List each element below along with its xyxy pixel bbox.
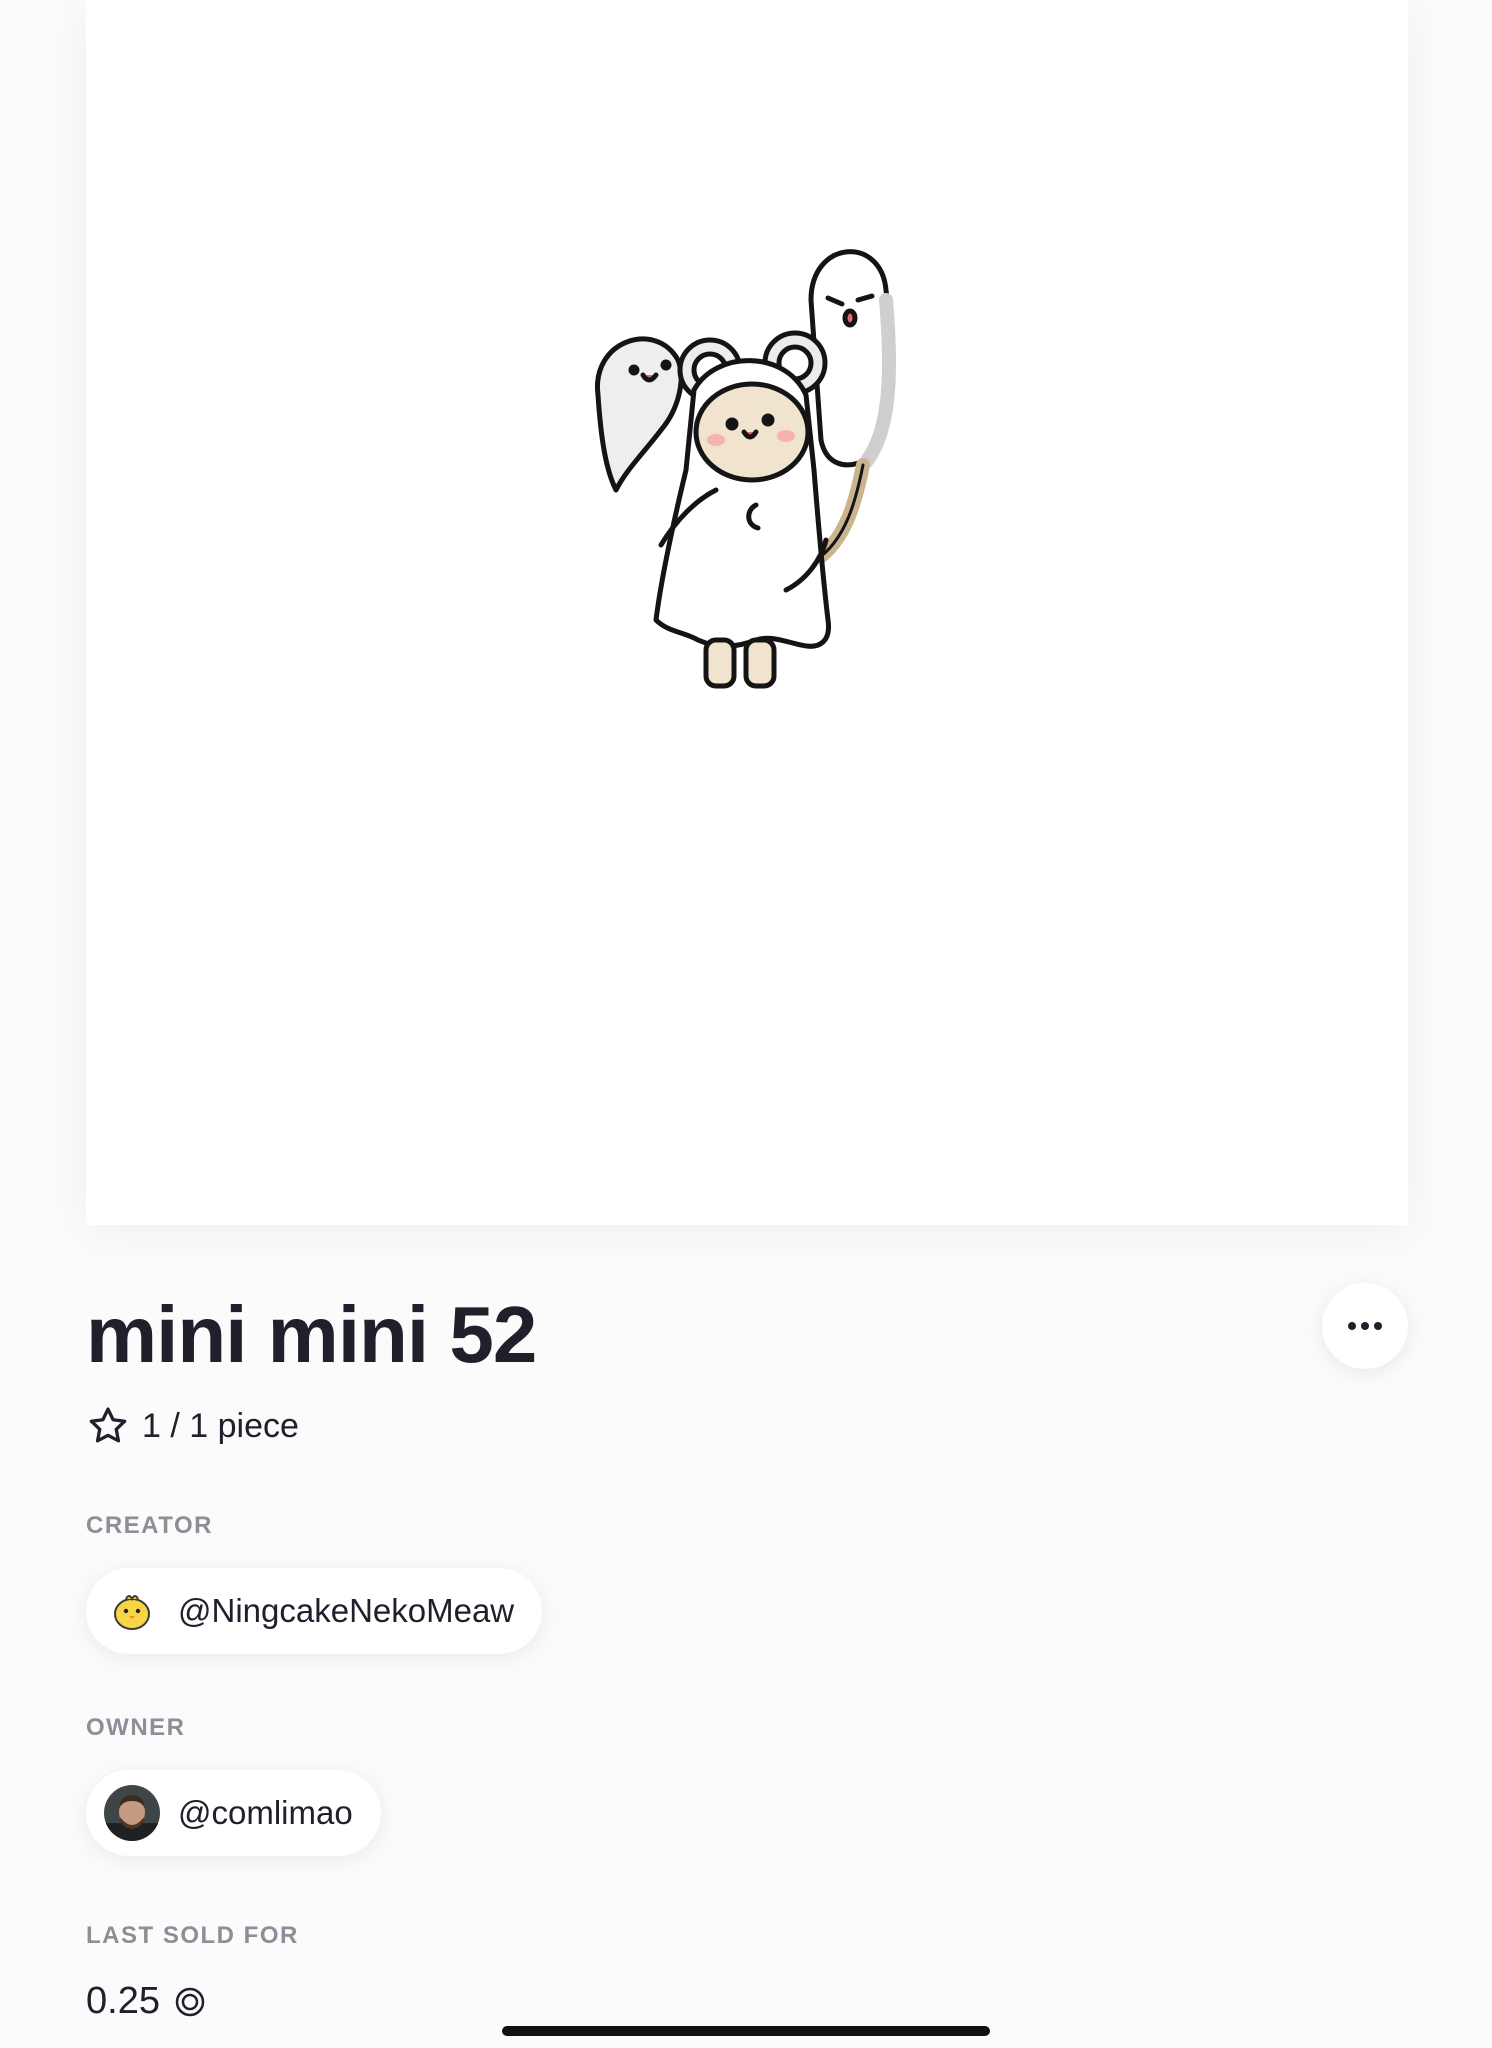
ghost-mouse-artwork [595,249,897,689]
owner-label: OWNER [86,1714,186,1741]
last-sold-label: LAST SOLD FOR [86,1922,299,1949]
edition-text: 1 / 1 piece [142,1406,299,1445]
edition-info: 1 / 1 piece [86,1402,299,1450]
chick-icon [104,1583,160,1639]
creator-label: CREATOR [86,1512,213,1539]
owner-handle: @comlimao [178,1794,353,1831]
user-avatar [104,1785,160,1841]
page-title: mini mini 52 [86,1290,537,1379]
owner-pill[interactable]: @comlimao [86,1770,381,1856]
more-horizontal-icon [1348,1322,1382,1330]
tez-icon [175,1987,205,2016]
more-options-button[interactable] [1322,1283,1408,1369]
home-indicator[interactable] [502,2026,990,2036]
artwork-card[interactable] [86,0,1408,1225]
last-sold-value: 0.25 [86,1980,160,2022]
creator-handle: @NingcakeNekoMeaw [178,1592,515,1629]
nft-detail-page: mini mini 52 1 / 1 piece CREATOR @Ningca… [0,0,1492,2048]
last-sold-price: 0.25 [86,1980,206,2023]
creator-pill[interactable]: @NingcakeNekoMeaw [86,1568,543,1654]
star-icon [89,1407,127,1443]
